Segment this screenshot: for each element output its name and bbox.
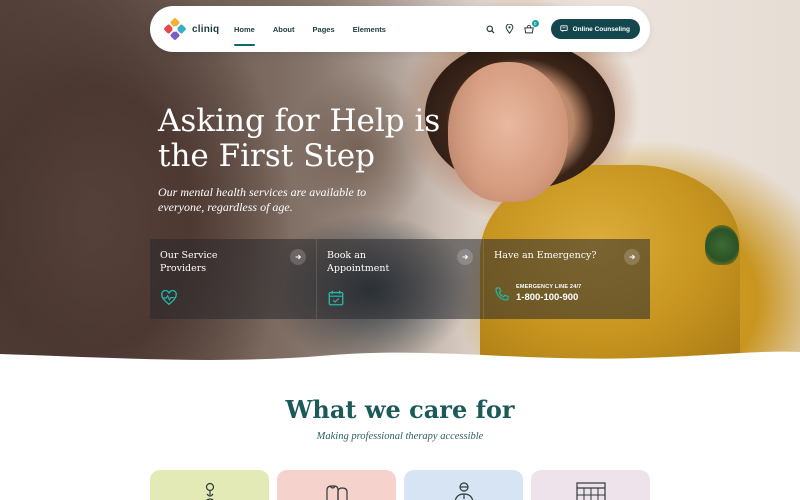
care-card-doctor[interactable] [404, 470, 523, 500]
top-navbar: cliniq Home About Pages Elements 0 Onlin… [150, 6, 650, 52]
book-appointment-card[interactable]: Book an Appointment [317, 239, 484, 319]
nav-elements[interactable]: Elements [353, 6, 386, 52]
nav-home[interactable]: Home [234, 6, 255, 52]
arrow-right-icon[interactable] [624, 249, 640, 265]
calendar-grid-icon [575, 482, 606, 500]
nav-about[interactable]: About [273, 6, 295, 52]
cart-icon[interactable]: 0 [523, 20, 539, 34]
emergency-title: Have an Emergency? [494, 250, 597, 261]
map-pin-icon[interactable] [505, 24, 515, 34]
brand-logo[interactable]: cliniq [164, 18, 234, 40]
calendar-icon [328, 290, 344, 306]
care-cards [150, 470, 650, 500]
search-icon[interactable] [486, 24, 496, 34]
cart-count-badge: 0 [531, 20, 539, 27]
doctor-icon [454, 482, 473, 500]
family-icon [325, 485, 348, 500]
hero-quick-links: Our Service Providers Book an Appointmen… [150, 239, 650, 319]
emergency-line-label: EMERGENCY LINE 24/7 [516, 284, 582, 290]
emergency-line: EMERGENCY LINE 24/7 1-800-100-900 [494, 284, 581, 303]
hero-title: Asking for Help is the First Step [158, 103, 441, 174]
care-card-family[interactable] [277, 470, 396, 500]
arrow-right-icon[interactable] [290, 249, 306, 265]
care-section-subtitle: Making professional therapy accessible [316, 431, 484, 442]
book-appointment-title: Book an Appointment [327, 250, 390, 274]
hero-subtitle: Our mental health services are available… [158, 185, 367, 214]
brand-name: cliniq [192, 23, 220, 35]
online-counseling-button[interactable]: Online Counseling [550, 19, 640, 39]
care-card-schedule[interactable] [531, 470, 650, 500]
nav-icon-group: 0 Online Counseling [486, 19, 640, 39]
care-section-title: What we care for [285, 395, 515, 424]
emergency-phone-number[interactable]: 1-800-100-900 [516, 292, 581, 303]
heart-pulse-icon [161, 289, 177, 306]
care-card-individual[interactable] [150, 470, 269, 500]
main-nav: Home About Pages Elements [234, 6, 404, 52]
service-providers-card[interactable]: Our Service Providers [150, 239, 317, 319]
emergency-card[interactable]: Have an Emergency? EMERGENCY LINE 24/7 1… [484, 239, 650, 319]
person-icon [205, 482, 214, 500]
online-counseling-label: Online Counseling [572, 25, 630, 33]
nav-pages[interactable]: Pages [313, 6, 335, 52]
arrow-right-icon[interactable] [457, 249, 473, 265]
hero-wave-divider [0, 351, 800, 380]
phone-icon [495, 286, 509, 301]
logo-icon [164, 18, 186, 40]
service-providers-title: Our Service Providers [160, 250, 218, 274]
chat-icon [559, 25, 568, 33]
